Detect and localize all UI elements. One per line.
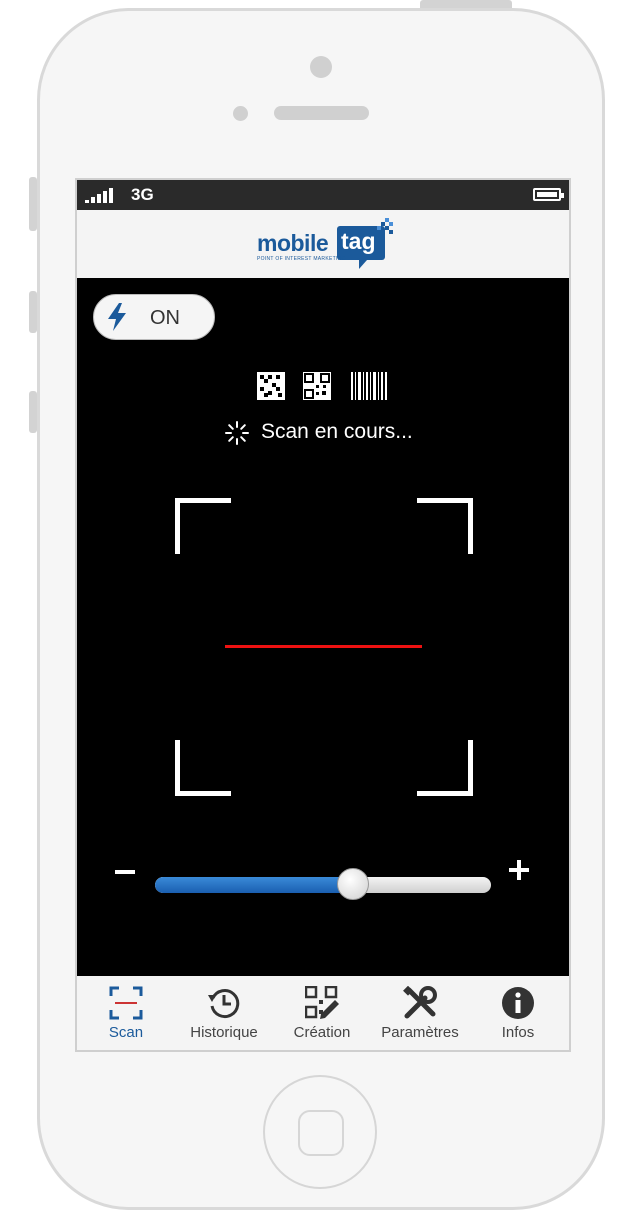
viewfinder-corner-bottom-right xyxy=(417,740,473,796)
tab-historique[interactable]: Historique xyxy=(175,976,273,1050)
tab-infos[interactable]: Infos xyxy=(469,976,567,1050)
status-bar: 3G xyxy=(77,180,569,210)
tab-bar: Scan Historique Création Paramètres Info… xyxy=(77,976,569,1050)
battery-icon xyxy=(533,188,564,201)
zoom-slider-thumb[interactable] xyxy=(337,868,370,900)
tab-label-creation: Création xyxy=(293,1024,351,1041)
supported-codes xyxy=(257,372,387,400)
viewfinder-corner-top-left xyxy=(175,498,231,554)
tab-label-parametres: Paramètres xyxy=(381,1024,459,1041)
zoom-slider-track[interactable] xyxy=(155,877,491,893)
tab-parametres[interactable]: Paramètres xyxy=(371,976,469,1050)
scan-frame-icon xyxy=(109,986,143,1020)
zoom-slider-fill xyxy=(155,877,354,893)
mobiletag-logo: mobile tag POINT OF INTEREST MARKETING xyxy=(257,218,393,276)
qr-code-icon xyxy=(303,372,331,400)
barcode-icon xyxy=(351,372,387,400)
lightning-bolt-icon xyxy=(108,303,126,331)
phone-mute-switch xyxy=(29,177,37,231)
network-type: 3G xyxy=(131,185,154,204)
flash-toggle-button[interactable]: ON xyxy=(93,294,215,340)
tab-label-scan: Scan xyxy=(108,1024,144,1041)
phone-volume-up xyxy=(29,291,37,333)
viewfinder-corner-top-right xyxy=(417,498,473,554)
tab-label-infos: Infos xyxy=(501,1024,535,1041)
home-button[interactable] xyxy=(263,1075,377,1189)
header-bar: mobile tag POINT OF INTEREST MARKETING xyxy=(77,210,569,278)
phone-sensor xyxy=(233,106,248,121)
logo-tagline: POINT OF INTEREST MARKETING xyxy=(257,256,346,262)
scan-status: Scan en cours... xyxy=(225,420,445,446)
viewfinder-corner-bottom-left xyxy=(175,740,231,796)
logo-pixels-icon xyxy=(377,218,393,234)
tab-creation[interactable]: Création xyxy=(273,976,371,1050)
datamatrix-icon xyxy=(257,372,285,400)
zoom-out-button[interactable] xyxy=(115,870,135,874)
phone-speaker xyxy=(274,106,369,120)
tab-scan[interactable]: Scan xyxy=(77,976,175,1050)
info-icon xyxy=(502,987,534,1019)
history-clock-icon xyxy=(208,989,240,1019)
phone-screen: 3G mobile tag POINT OF INTEREST MARKETIN… xyxy=(75,178,571,1052)
scan-laser-line xyxy=(225,645,422,648)
phone-top-button xyxy=(420,0,512,8)
zoom-in-button[interactable] xyxy=(509,860,529,880)
scan-status-text: Scan en cours... xyxy=(261,420,413,443)
tab-label-historique: Historique xyxy=(190,1024,258,1041)
phone-volume-down xyxy=(29,391,37,433)
signal-strength-icon xyxy=(85,188,113,203)
qr-edit-icon xyxy=(305,986,339,1019)
logo-text-mobile: mobile xyxy=(257,230,329,256)
loading-spinner-icon xyxy=(225,421,249,445)
flash-label: ON xyxy=(150,307,180,329)
home-button-square xyxy=(298,1110,344,1156)
phone-camera xyxy=(310,56,332,78)
tools-icon xyxy=(403,986,437,1019)
